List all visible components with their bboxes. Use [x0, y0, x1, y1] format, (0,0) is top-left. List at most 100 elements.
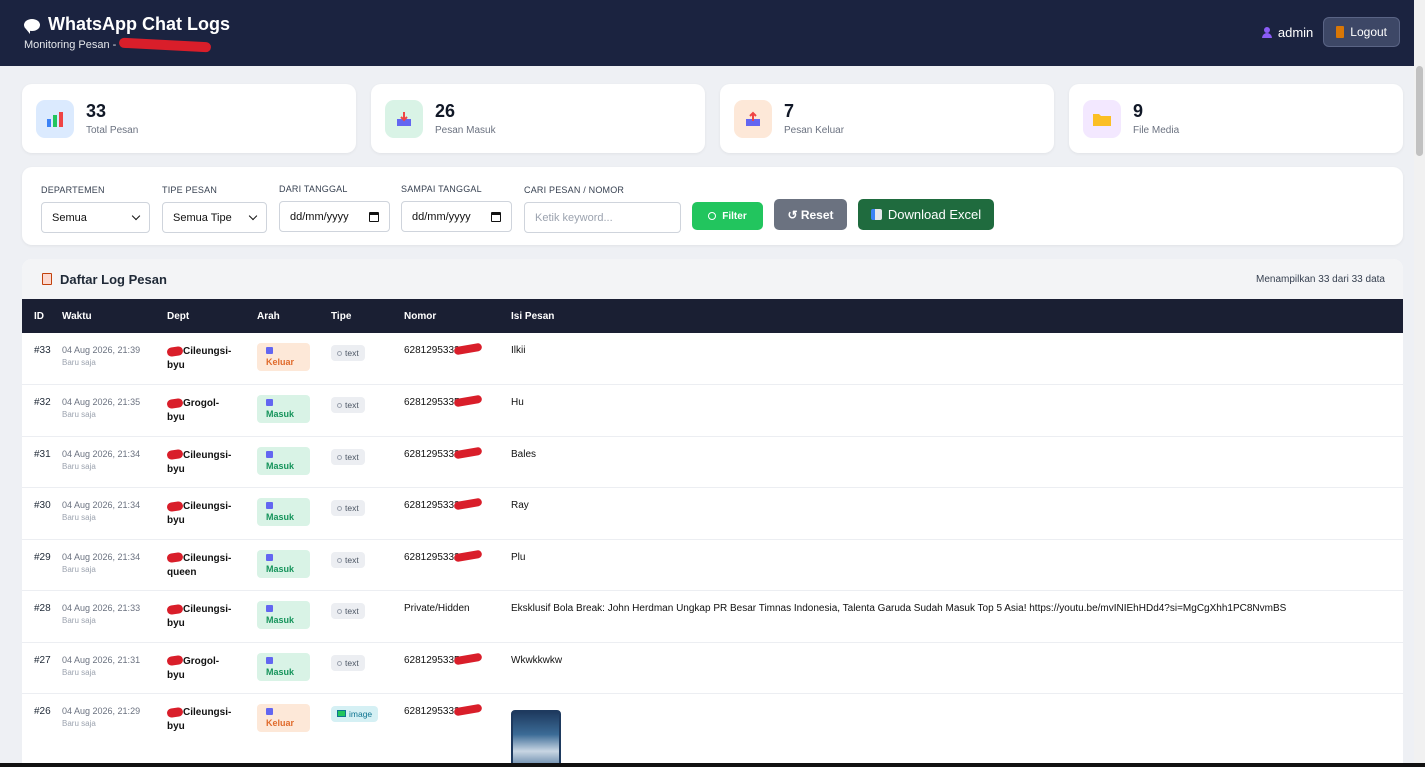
cell-isi: Ilkii: [511, 345, 526, 356]
column-header[interactable]: Tipe: [331, 299, 404, 333]
phone-number: 6281295332: [404, 446, 511, 460]
column-header[interactable]: Isi Pesan: [511, 299, 1403, 333]
cell-waktu: 04 Aug 2026, 21:34 Baru saja: [62, 488, 167, 540]
phone-number: 6281295332: [404, 342, 511, 356]
stat-label: File Media: [1133, 125, 1180, 136]
redaction-mark: [166, 706, 184, 718]
sampai-date-input[interactable]: dd/mm/yyyy: [401, 201, 512, 232]
dept-line1: Cileungsi-: [183, 604, 232, 615]
time-main: 04 Aug 2026, 21:34: [62, 551, 141, 562]
table-row[interactable]: #28 04 Aug 2026, 21:33 Baru saja Cileungsi-…: [22, 591, 1403, 643]
cell-tipe: text: [331, 385, 404, 437]
direction-label: Masuk: [266, 563, 295, 574]
redaction-mark: [166, 397, 184, 409]
media-thumbnail[interactable]: [511, 710, 561, 767]
log-table: ID Waktu Dept Arah Tipe Nomor Isi Pesan …: [22, 299, 1403, 767]
dept-line1: Cileungsi-: [183, 346, 232, 357]
departemen-select[interactable]: Semua: [41, 202, 150, 233]
download-excel-button[interactable]: Download Excel: [858, 199, 994, 230]
redaction-mark: [166, 449, 184, 461]
type-label: text: [345, 503, 359, 513]
reset-button[interactable]: ↺ Reset: [774, 199, 847, 230]
cell-tipe: text: [331, 436, 404, 488]
filter-button[interactable]: Filter: [692, 202, 763, 230]
direction-badge: Masuk: [257, 652, 310, 681]
phone-number: 6281295335: [404, 394, 511, 408]
chevron-down-icon: [131, 211, 141, 221]
tray-icon: [266, 656, 273, 664]
cell-arah: Masuk: [257, 385, 331, 437]
stat-label: Pesan Keluar: [784, 125, 845, 136]
table-row[interactable]: #30 04 Aug 2026, 21:34 Baru saja Cileungsi-…: [22, 488, 1403, 540]
app-header: WhatsApp Chat Logs Monitoring Pesan - ad…: [0, 0, 1414, 66]
cell-isi: [511, 694, 1403, 767]
table-header-row: ID Waktu Dept Arah Tipe Nomor Isi Pesan: [22, 299, 1403, 333]
cell-waktu: 04 Aug 2026, 21:34 Baru saja: [62, 539, 167, 591]
phone-number: 6281295332: [404, 703, 511, 717]
column-header[interactable]: ID: [22, 299, 62, 333]
direction-badge: Masuk: [257, 601, 310, 629]
tray-icon: [266, 399, 273, 406]
direction-badge: Masuk: [257, 395, 310, 423]
calendar-icon[interactable]: [491, 211, 501, 222]
column-header[interactable]: Dept: [167, 299, 257, 333]
page-scrollbar[interactable]: [1414, 0, 1425, 767]
app-title-text: WhatsApp Chat Logs: [48, 14, 230, 34]
text-type-icon: [337, 557, 342, 563]
dept-line2: queen: [167, 566, 197, 578]
log-panel: Daftar Log Pesan Menampilkan 33 dari 33 …: [22, 259, 1403, 767]
column-header[interactable]: Nomor: [404, 299, 511, 333]
column-header[interactable]: Arah: [257, 299, 331, 333]
text-type-icon: [337, 609, 342, 614]
column-header[interactable]: Waktu: [62, 299, 167, 333]
tipe-select[interactable]: Semua Tipe: [162, 202, 267, 233]
type-label: text: [345, 657, 359, 668]
cell-waktu: 04 Aug 2026, 21:35 Baru saja: [62, 385, 167, 437]
cell-id: #30: [34, 500, 51, 511]
calendar-icon[interactable]: [369, 211, 379, 222]
stat-value: 7: [784, 101, 795, 121]
brand: WhatsApp Chat Logs Monitoring Pesan -: [24, 14, 230, 53]
scrollbar-thumb[interactable]: [1416, 66, 1423, 156]
cell-arah: Masuk: [257, 436, 331, 488]
app-title: WhatsApp Chat Logs: [24, 14, 230, 35]
type-badge: text: [331, 397, 365, 413]
stat-label: Pesan Masuk: [435, 125, 496, 136]
dari-date-input[interactable]: dd/mm/yyyy: [279, 201, 390, 232]
search-input[interactable]: Ketik keyword...: [524, 202, 681, 233]
sampai-placeholder: dd/mm/yyyy: [412, 210, 471, 223]
table-row[interactable]: #26 04 Aug 2026, 21:29 Baru saja Cileungsi-…: [22, 694, 1403, 767]
table-row[interactable]: #33 04 Aug 2026, 21:39 Baru saja Cileungsi-…: [22, 333, 1403, 385]
cell-isi: Bales: [511, 448, 537, 460]
phone-number-text: 6281295332: [404, 551, 460, 563]
log-title-text: Daftar Log Pesan: [60, 271, 167, 287]
dept-name: Cileungsi-byu: [166, 500, 257, 528]
tray-icon: [266, 450, 273, 458]
cell-id: #31: [34, 448, 51, 460]
table-row[interactable]: #27 04 Aug 2026, 21:31 Baru saja Grogol-byu…: [22, 642, 1403, 694]
redaction-mark: [166, 500, 184, 512]
filter-panel: DEPARTEMEN Semua TIPE PESAN Semua Tipe D…: [22, 167, 1403, 245]
log-count: Menampilkan 33 dari 33 data: [1256, 273, 1385, 285]
direction-label: Masuk: [266, 409, 295, 419]
cell-waktu: 04 Aug 2026, 21:39 Baru saja: [62, 333, 167, 385]
cell-arah: Masuk: [257, 591, 331, 643]
table-row[interactable]: #29 04 Aug 2026, 21:34 Baru saja Cileungsi-…: [22, 539, 1403, 591]
cell-dept: Cileungsi-byu: [166, 591, 257, 643]
logout-label: Logout: [1350, 25, 1387, 39]
log-header: Daftar Log Pesan Menampilkan 33 dari 33 …: [22, 259, 1403, 299]
filter-label: Filter: [722, 210, 747, 222]
table-row[interactable]: #31 04 Aug 2026, 21:34 Baru saja Cileungsi-…: [22, 436, 1403, 488]
table-row[interactable]: #32 04 Aug 2026, 21:35 Baru saja Grogol-byu…: [22, 385, 1403, 437]
chat-bubble-icon: [24, 18, 40, 34]
cell-tipe: text: [331, 539, 404, 591]
text-type-icon: [337, 454, 342, 460]
cari-label: CARI PESAN / NOMOR: [524, 185, 625, 195]
direction-label: Masuk: [266, 460, 295, 471]
user-info: admin: [1261, 25, 1313, 40]
direction-label: Keluar: [266, 357, 295, 367]
logout-button[interactable]: Logout: [1323, 17, 1400, 47]
cell-waktu: 04 Aug 2026, 21:34 Baru saja: [62, 436, 167, 488]
time-main: 04 Aug 2026, 21:33: [62, 603, 141, 613]
stat-label: Total Pesan: [86, 125, 139, 136]
